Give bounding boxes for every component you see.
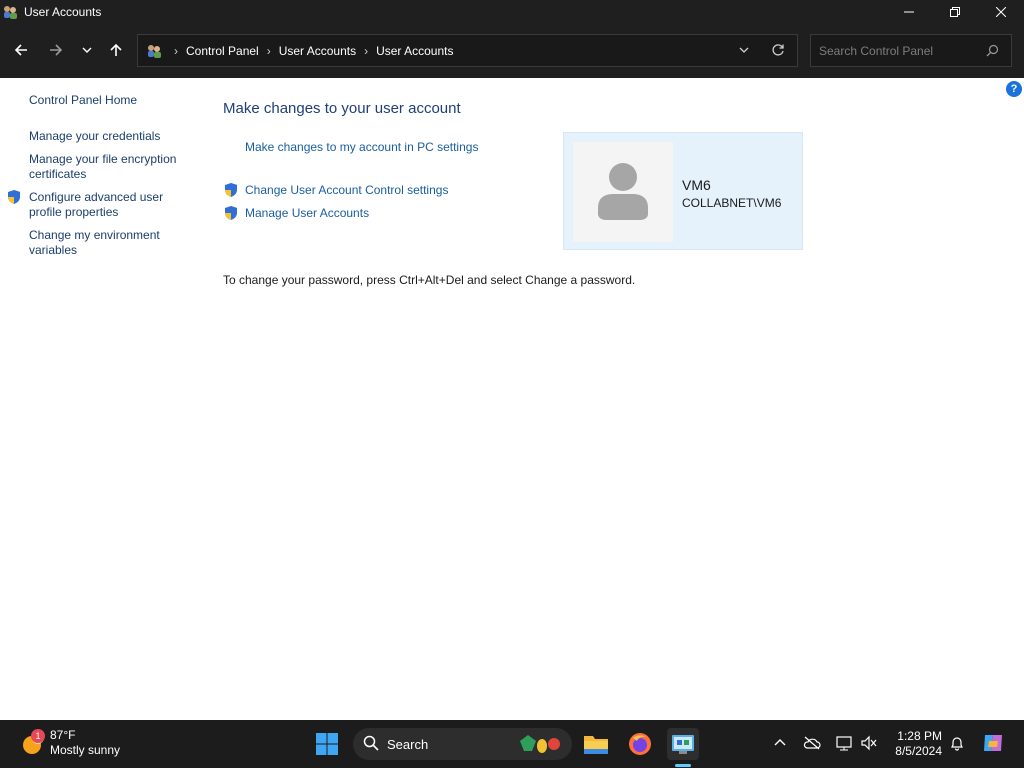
password-info-text: To change your password, press Ctrl+Alt+… [223,273,636,287]
sidebar-link-control-panel-home[interactable]: Control Panel Home [29,93,194,108]
shield-icon [223,205,239,221]
user-accounts-icon [146,43,162,59]
close-button[interactable] [978,0,1024,24]
taskbar-search[interactable]: Search [353,728,572,760]
search-highlight-icon [518,733,564,758]
user-accounts-icon [2,4,18,20]
uac-settings-link[interactable]: Change User Account Control settings [245,183,448,197]
content-area: ? Control Panel Home Manage your credent… [0,78,1024,720]
onedrive-tray-button[interactable] [801,732,823,754]
user-name: VM6 [682,177,711,193]
file-explorer-button[interactable] [580,728,612,760]
firefox-button[interactable] [624,728,656,760]
clock-time: 1:28 PM [897,729,942,743]
breadcrumb-user-accounts[interactable]: User Accounts [279,44,356,58]
weather-sun-icon: 1 [20,729,46,756]
search-icon [363,735,379,754]
minimize-button[interactable] [886,0,932,24]
manage-user-accounts-link[interactable]: Manage User Accounts [245,206,369,220]
address-history-chevron-icon[interactable] [739,43,749,60]
back-button[interactable] [6,36,36,66]
window-controls [886,0,1024,24]
search-box [810,34,1012,67]
clock-date: 8/5/2024 [895,744,942,758]
recent-locations-button[interactable] [72,36,102,66]
speaker-muted-icon [861,735,877,751]
taskbar: 1 87°F Mostly sunny Search 1:28 PM 8/5/2… [0,720,1024,768]
windows-logo-icon [316,733,338,755]
search-icon[interactable] [986,44,999,60]
chevron-up-icon [774,739,786,746]
navigation-bar: › Control Panel › User Accounts › User A… [0,24,1024,78]
copilot-button[interactable] [980,730,1006,756]
avatar [573,142,673,242]
chevron-down-icon [82,44,92,58]
volume-tray-button[interactable] [858,732,880,754]
arrow-right-icon [49,43,63,60]
weather-condition: Mostly sunny [50,743,121,757]
breadcrumb-control-panel[interactable]: Control Panel [186,44,259,58]
user-silhouette-icon [598,163,648,220]
weather-temperature: 87°F [50,728,76,742]
address-bar[interactable]: › Control Panel › User Accounts › User A… [137,34,798,67]
window-title: User Accounts [24,5,102,19]
folder-icon [584,736,608,754]
user-domain: COLLABNET\VM6 [682,196,782,210]
notifications-button[interactable] [946,732,968,754]
up-button[interactable] [101,36,131,66]
weather-badge: 1 [31,729,45,743]
pc-settings-link[interactable]: Make changes to my account in PC setting… [245,140,478,154]
control-panel-taskbar-button[interactable] [667,728,699,760]
taskbar-clock[interactable]: 1:28 PM 8/5/2024 [888,729,942,759]
arrow-up-icon [109,43,123,60]
chevron-right-icon: › [174,43,178,58]
sidebar-link-manage-credentials[interactable]: Manage your credentials [29,129,194,144]
chevron-right-icon[interactable]: › [364,44,368,58]
restore-button[interactable] [932,0,978,24]
chevron-right-icon[interactable]: › [267,44,271,58]
copilot-icon [984,735,1002,751]
forward-button[interactable] [41,36,71,66]
sidebar-link-file-encryption[interactable]: Manage your file encryption certificates [29,152,194,182]
start-button[interactable] [311,728,343,760]
arrow-left-icon [14,43,28,60]
active-app-indicator [675,764,691,767]
network-tray-button[interactable] [833,732,855,754]
user-card: VM6 COLLABNET\VM6 [563,132,803,250]
shield-icon [223,182,239,198]
taskbar-search-label: Search [387,736,429,752]
firefox-icon [629,733,651,755]
sidebar-link-environment-variables[interactable]: Change my environment variables [29,228,194,258]
search-input[interactable] [819,43,979,58]
weather-widget[interactable]: 1 87°F Mostly sunny [20,728,120,758]
show-hidden-icons-button[interactable] [769,732,791,754]
breadcrumb-user-accounts-current[interactable]: User Accounts [376,44,453,58]
cloud-offline-icon [803,736,821,750]
shield-icon [6,189,22,205]
help-icon[interactable]: ? [1006,81,1022,97]
control-panel-icon [672,735,694,754]
title-bar: User Accounts [0,0,1024,24]
page-title: Make changes to your user account [223,100,461,117]
refresh-icon[interactable] [771,43,785,60]
bell-icon [951,737,963,751]
sidebar-link-advanced-profile[interactable]: Configure advanced user profile properti… [29,190,194,220]
network-icon [836,736,852,751]
